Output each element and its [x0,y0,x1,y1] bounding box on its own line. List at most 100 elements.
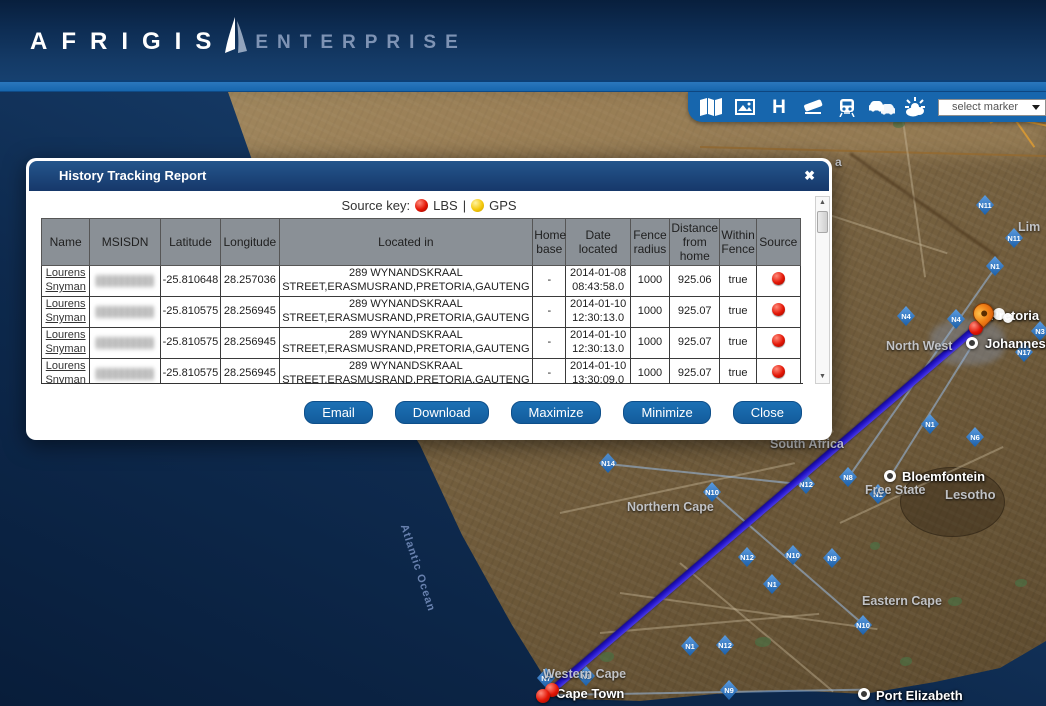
region-label-eastern-cape: Eastern Cape [862,594,942,608]
train-icon[interactable] [830,94,864,120]
port-elizabeth-dot [858,688,870,700]
col-fence-radius: Fence radius [630,219,669,266]
msisdn-redacted [96,337,154,349]
cell-name: Lourens Snyman [42,359,90,385]
history-tracking-report-dialog: History Tracking Report ✖ Source key: LB… [26,158,832,440]
cell-distance: 925.07 [670,328,720,359]
cell-located-in: 289 WYNANDSKRAAL STREET,ERASMUSRAND,PRET… [279,328,533,359]
bloemfontein-dot [884,470,896,482]
gps-label: GPS [489,198,516,213]
report-table: Name MSISDN Latitude Longitude Located i… [41,218,801,384]
cell-source [756,266,800,297]
lbs-label: LBS [433,198,458,213]
cell-date-located: 2014-01-10 12:30:13.0 [566,328,630,359]
maximize-button[interactable]: Maximize [511,401,602,424]
cell-home-base: - [533,359,566,385]
cell-longitude: 28.256945 [221,359,279,385]
email-button[interactable]: Email [304,401,373,424]
cell-distance: 925.06 [670,266,720,297]
cell-distance: 925.07 [670,359,720,385]
lbs-source-icon [772,303,785,316]
scroll-up-icon[interactable]: ▲ [819,197,826,209]
name-link[interactable]: Lourens Snyman [45,329,85,355]
dialog-scrollbar[interactable]: ▲ ▼ [815,196,830,384]
lbs-marker-cape-town[interactable] [536,689,550,703]
scroll-thumb[interactable] [817,211,828,233]
cell-name: Lourens Snyman [42,328,90,359]
close-button[interactable]: Close [733,401,802,424]
cell-within-fence: true [720,297,756,328]
msisdn-redacted [96,306,154,318]
city-label-port-elizabeth: Port Elizabeth [876,688,963,703]
cell-longitude: 28.256945 [221,328,279,359]
lbs-dot-icon [415,199,428,212]
table-row: Lourens Snyman -25.810575 28.256945 289 … [42,359,801,385]
brand-secondary: ENTERPRISE [255,32,466,54]
app-window: AFRIGIS ENTERPRISE H [0,0,1046,706]
cell-distance: 925.07 [670,297,720,328]
col-located-in: Located in [279,219,533,266]
col-msisdn: MSISDN [90,219,160,266]
cell-fence-radius: 1000 [630,359,669,385]
table-row: Lourens Snyman -25.810575 28.256945 289 … [42,297,801,328]
cell-located-in: 289 WYNANDSKRAAL STREET,ERASMUSRAND,PRET… [279,266,533,297]
dialog-buttons: Email Download Maximize Minimize Close [304,401,802,424]
region-label-free-state: Free State [865,483,925,497]
cell-home-base: - [533,328,566,359]
city-label-johannesburg: Johannesburg [985,336,1046,351]
source-key-separator: | [463,198,466,213]
col-home-base: Home base [533,219,566,266]
map-toolbar: H select marker [688,92,1046,122]
marker-select-value: select marker [939,101,1018,113]
cell-source [756,328,800,359]
weather-icon[interactable] [898,94,932,120]
cell-latitude: -25.810575 [160,359,220,385]
cell-latitude: -25.810648 [160,266,220,297]
lbs-source-icon [772,334,785,347]
cell-within-fence: true [720,328,756,359]
dialog-titlebar[interactable]: History Tracking Report ✖ [29,161,829,191]
partial-label: a [835,155,842,169]
report-table-viewport[interactable]: Name MSISDN Latitude Longitude Located i… [41,218,803,384]
name-link[interactable]: Lourens Snyman [45,267,85,293]
cell-msisdn [90,297,160,328]
cell-latitude: -25.810575 [160,297,220,328]
cell-date-located: 2014-01-10 13:30:09.0 [566,359,630,385]
eraser-icon[interactable] [796,94,830,120]
minimize-button[interactable]: Minimize [623,401,710,424]
traffic-icon[interactable] [864,94,898,120]
name-link[interactable]: Lourens Snyman [45,298,85,324]
region-label-northern-cape: Northern Cape [627,500,714,514]
cell-source [756,297,800,328]
region-label-lesotho: Lesotho [945,487,996,502]
table-row: Lourens Snyman -25.810648 28.257036 289 … [42,266,801,297]
image-icon[interactable] [728,94,762,120]
cell-latitude: -25.810575 [160,328,220,359]
cell-home-base: - [533,266,566,297]
map-layers-icon[interactable] [694,94,728,120]
partial-label-limpopo: Lim [1018,220,1040,234]
cell-located-in: 289 WYNANDSKRAAL STREET,ERASMUSRAND,PRET… [279,297,533,328]
cell-date-located: 2014-01-08 08:43:58.0 [566,266,630,297]
cell-msisdn [90,359,160,385]
download-button[interactable]: Download [395,401,489,424]
col-date-located: Date located [566,219,630,266]
name-link[interactable]: Lourens Snyman [45,360,85,384]
source-key-label: Source key: [341,198,410,213]
col-within-fence: Within Fence [720,219,756,266]
marker-select[interactable]: select marker [938,99,1046,116]
cell-fence-radius: 1000 [630,328,669,359]
cell-within-fence: true [720,359,756,385]
lbs-source-icon [772,272,785,285]
table-row: Lourens Snyman -25.810575 28.256945 289 … [42,328,801,359]
cell-name: Lourens Snyman [42,266,90,297]
dropdown-arrow-icon [1032,105,1040,110]
cell-fence-radius: 1000 [630,297,669,328]
msisdn-redacted [96,275,154,287]
marker-cluster[interactable] [1003,313,1013,323]
scroll-down-icon[interactable]: ▼ [819,371,826,383]
dialog-title: History Tracking Report [29,161,829,191]
hospital-icon[interactable]: H [762,94,796,120]
source-key: Source key: LBS | GPS [26,198,832,213]
close-icon[interactable]: ✖ [804,161,815,191]
